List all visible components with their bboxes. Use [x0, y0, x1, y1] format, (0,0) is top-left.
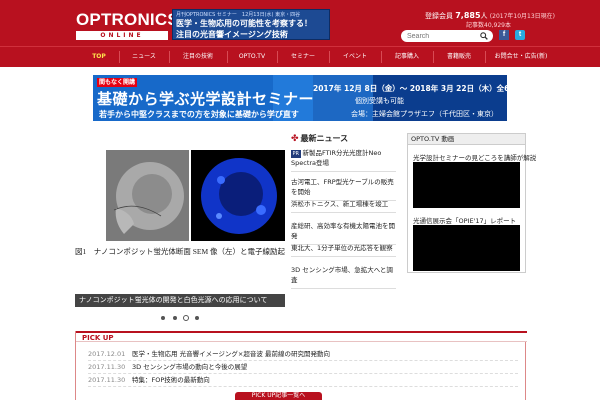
news-heading-icon: ✤: [291, 134, 299, 144]
logo-sub-text: ONLINE: [76, 31, 168, 40]
slide-title[interactable]: ナノコンポジット蛍光体の開発と白色光源への応用について: [75, 294, 285, 307]
pickup-more-button[interactable]: PICK UP記事一覧へ: [235, 392, 322, 400]
nav-item-contact[interactable]: お問合せ・広告(新): [486, 47, 556, 67]
header-seminar-banner[interactable]: 月刊OPTRONICS セミナー 12月13日(水) 東京・四谷 医学・生物応用…: [172, 9, 330, 40]
header-banner-line2: 注目の光音響イメージング技術: [176, 30, 288, 39]
nav-item-purchase[interactable]: 記事購入: [382, 47, 432, 67]
news-heading-text: 最新ニュース: [300, 134, 349, 143]
news-item-text: 古河電工、FRP型光ケーブルの販売を開始: [291, 178, 394, 196]
pr-badge: PR: [291, 150, 301, 158]
seminar-banner[interactable]: 間もなく開講 基礎から学ぶ光学設計セミナー 若手から中堅クラスまでの方を対象に基…: [93, 75, 507, 121]
video-player[interactable]: [413, 162, 520, 208]
luminescence-image: [191, 150, 285, 241]
nav-item-books[interactable]: 書籍販売: [434, 47, 484, 67]
member-count-label: 登録会員: [425, 12, 453, 20]
site-logo[interactable]: OPTRONICS ONLINE: [76, 10, 179, 41]
pickup-date: 2017.11.30: [88, 376, 126, 384]
pickup-label: PICK UP: [82, 334, 114, 342]
news-heading: ✤ 最新ニュース: [291, 133, 348, 144]
news-item[interactable]: 東北大、1分子単位の光応答を観察: [291, 240, 396, 257]
slider-dot-active[interactable]: [183, 315, 189, 321]
nav-item-top[interactable]: TOP: [80, 47, 118, 67]
site-header: OPTRONICS ONLINE 月刊OPTRONICS セミナー 12月13日…: [0, 0, 600, 46]
slider-dot[interactable]: [173, 316, 177, 320]
news-item-text: 東北大、1分子単位の光応答を観察: [291, 244, 393, 252]
nav-item-optotv[interactable]: OPTO.TV: [228, 47, 276, 67]
pickup-text: 3D センシング市場の動向と今後の展望: [132, 363, 248, 371]
banner-tag: 間もなく開講: [97, 78, 138, 87]
opto-tv-panel: OPTO.TV 動画 光学設計セミナーの見どころを講師が解説 光通信展示会「OP…: [407, 133, 536, 273]
pickup-text: 医学・生物応用 光音響イメージング×超音波 最前線の研究開発動向: [132, 350, 330, 358]
news-item[interactable]: 浜松ホトニクス、新工場棟を竣工: [291, 196, 396, 213]
pickup-item[interactable]: 2017.11.30 3D センシング市場の動向と今後の展望: [88, 361, 518, 374]
video-title[interactable]: 光学設計セミナーの見どころを講師が解説: [413, 152, 536, 162]
pickup-item[interactable]: 2017.11.30 特集：FOP技術の最新動向: [88, 374, 518, 387]
pickup-date: 2017.11.30: [88, 363, 126, 371]
facebook-icon[interactable]: f: [499, 30, 509, 40]
pickup-header: PICK UP: [76, 331, 527, 342]
nav-item-seminar[interactable]: セミナー: [278, 47, 328, 67]
video-player[interactable]: [413, 225, 520, 271]
banner-venue: 会場：主婦会館プラザエフ（千代田区・東京）: [351, 110, 498, 118]
news-item-text: 浜松ホトニクス、新工場棟を竣工: [291, 200, 389, 208]
pickup-date: 2017.12.01: [88, 350, 126, 358]
slide-caption: 図1 ナノコンポジット蛍光体断面 SEM 像（左）と電子線励起光像（右）: [75, 247, 285, 256]
member-count-date: (2017年10月13日現在): [489, 13, 556, 20]
slider-dot[interactable]: [195, 316, 199, 320]
nav-item-news[interactable]: ニュース: [120, 47, 168, 67]
logo-main-text: OPTRONICS: [76, 10, 179, 29]
video-title[interactable]: 光通信展示会「OPIE'17」レポート: [413, 215, 516, 225]
search-icon[interactable]: [480, 32, 488, 40]
banner-note: 個別受講も可能: [355, 97, 404, 105]
member-count-unit: 人: [480, 12, 488, 20]
opto-tv-heading: OPTO.TV 動画: [408, 134, 525, 145]
sem-image: [106, 150, 189, 241]
nav-item-event[interactable]: イベント: [330, 47, 380, 67]
main-nav: TOP ニュース 注目の技術 OPTO.TV セミナー イベント 記事購入 書籍…: [0, 46, 600, 67]
slide-image[interactable]: 図1 ナノコンポジット蛍光体断面 SEM 像（左）と電子線励起光像（右）: [75, 133, 285, 261]
pickup-section: PICK UP 2017.12.01 医学・生物応用 光音響イメージング×超音波 …: [75, 331, 527, 400]
latest-news: ✤ 最新ニュース PR 新製品FTIR分光光度計Neo Spectra登場 古河電工…: [291, 133, 396, 313]
featured-slider: 図1 ナノコンポジット蛍光体断面 SEM 像（左）と電子線励起光像（右） ナノコ…: [75, 133, 285, 321]
news-item-text: 新製品FTIR分光光度計Neo Spectra登場: [291, 149, 382, 167]
header-banner-small-text: 月刊OPTRONICS セミナー 12月13日(水) 東京・四谷: [176, 12, 301, 18]
news-item-text: 産総研、高効率な有機太陽電池を開発: [291, 222, 395, 240]
search-box: [401, 30, 493, 42]
search-input[interactable]: [407, 31, 477, 41]
pickup-text: 特集：FOP技術の最新動向: [132, 376, 210, 384]
banner-title: 基礎から学ぶ光学設計セミナー: [97, 90, 315, 108]
slider-dot[interactable]: [161, 316, 165, 320]
banner-subtitle: 若手から中堅クラスまでの方を対象に基礎から学び直す: [99, 110, 299, 119]
nav-item-technology[interactable]: 注目の技術: [170, 47, 226, 67]
news-item[interactable]: 3D センシング市場、急拡大へと調査: [291, 262, 396, 289]
pickup-item[interactable]: 2017.12.01 医学・生物応用 光音響イメージング×超音波 最前線の研究開発…: [88, 348, 518, 361]
banner-date: 2017年 12月 8日（金）～ 2018年 3月 22日（木）全6回: [313, 84, 507, 93]
news-item[interactable]: PR 新製品FTIR分光光度計Neo Spectra登場: [291, 145, 396, 172]
article-count: 記事数40,929本: [466, 22, 511, 29]
header-banner-line1: 医学・生物応用の可能性を考察する！: [176, 19, 312, 28]
member-count-value: 7,885: [455, 11, 481, 20]
news-item-text: 3D センシング市場、急拡大へと調査: [291, 266, 393, 284]
twitter-icon[interactable]: t: [515, 30, 525, 40]
